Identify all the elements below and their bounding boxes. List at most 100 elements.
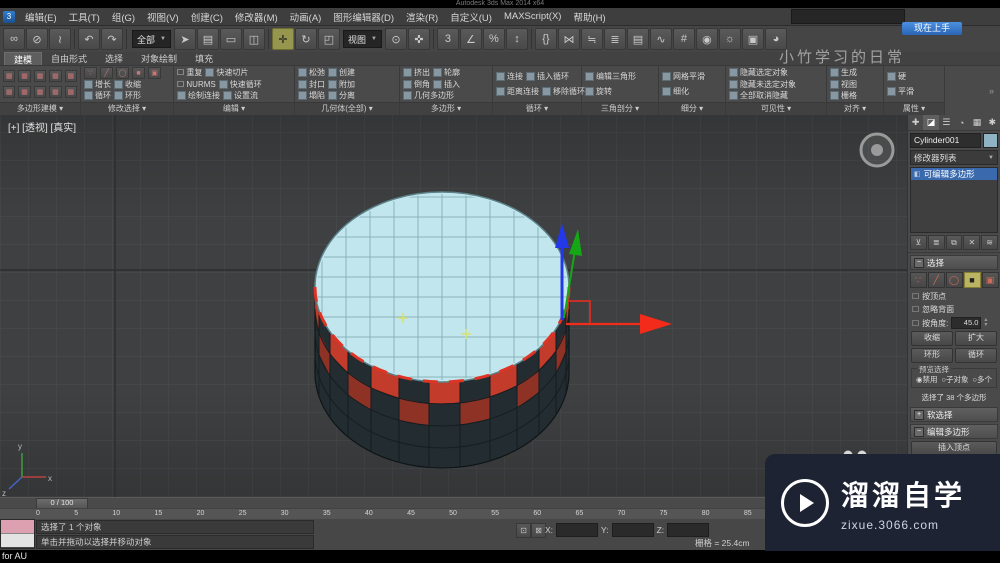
menu-item-9[interactable]: 自定义(U) [444, 8, 498, 25]
menu-item-4[interactable]: 创建(C) [185, 8, 229, 25]
move-gizmo[interactable] [555, 223, 672, 334]
modifier-stack[interactable]: ◧ 可编辑多边形 [910, 167, 998, 233]
frame-tick[interactable]: 75 [660, 509, 668, 519]
ribbon-button[interactable]: 移除循环 [542, 86, 585, 97]
ribbon-button[interactable]: 隐藏选定对象 [729, 67, 788, 78]
ribbon-button[interactable]: 旋转 [585, 86, 612, 97]
ribbon-icon[interactable]: ∵ [84, 67, 97, 79]
grow-button[interactable]: 扩大 [955, 331, 997, 346]
ribbon-button[interactable]: 分离 [328, 90, 355, 101]
checkbox-icon[interactable]: ☐ [912, 292, 919, 301]
frame-tick[interactable]: 50 [449, 509, 457, 519]
menu-item-8[interactable]: 渲染(R) [400, 8, 444, 25]
render-setup-button[interactable]: ☼ [718, 28, 741, 50]
ribbon-button[interactable]: 松弛 [298, 67, 325, 78]
ribbon-button[interactable]: 生成 [830, 67, 857, 78]
listener-script-row[interactable] [1, 534, 34, 547]
ribbon-tab-4[interactable]: 填充 [186, 52, 222, 65]
layer-manager-button[interactable]: ≣ [603, 28, 626, 50]
ribbon-button[interactable]: 全部取消隐藏 [729, 90, 788, 101]
ribbon-button[interactable]: 设置流 [223, 90, 258, 101]
ribbon-button[interactable]: 细化 [662, 86, 689, 97]
mirror-button[interactable]: ⋈ [557, 28, 580, 50]
ribbon-button[interactable]: 编辑三角形 [585, 71, 636, 82]
ribbon-button[interactable]: 几何多边形 [403, 90, 454, 101]
ribbon-icon[interactable]: ╱ [100, 67, 113, 79]
rollout-selection[interactable]: − 选择 [910, 255, 998, 270]
hierarchy-tab[interactable]: ☰ [939, 115, 954, 130]
cylinder-top-cap[interactable] [313, 191, 571, 384]
viewport-label[interactable]: [+] [透视] [真实] [8, 119, 76, 134]
frame-tick[interactable]: 15 [155, 509, 163, 519]
ribbon-group-label[interactable]: 属性 ▾ [884, 102, 944, 115]
select-and-rotate-button[interactable]: ↻ [294, 28, 317, 50]
ribbon-icon[interactable]: ▦ [33, 70, 47, 83]
ribbon-group-label[interactable]: 循环 ▾ [493, 102, 581, 115]
ribbon-tab-0[interactable]: 建模 [4, 52, 43, 65]
ribbon-button[interactable]: 距离连接 [496, 86, 539, 97]
create-tab[interactable]: ✚ [908, 115, 923, 130]
angle-snap-button[interactable]: ∠ [459, 28, 482, 50]
ribbon-icon[interactable]: ▣ [148, 67, 161, 79]
frame-tick[interactable]: 40 [365, 509, 373, 519]
ribbon-button[interactable]: 快速循环 [218, 79, 262, 90]
frame-tick[interactable]: 80 [702, 509, 710, 519]
selection-checkbox-0[interactable]: ☐ 按顶点 [908, 290, 1000, 303]
ribbon-icon[interactable]: ◯ [116, 67, 129, 79]
region-shape-button[interactable]: ▭ [219, 28, 242, 50]
vertex-mode-button[interactable]: ∵ [909, 272, 927, 288]
select-object-button[interactable]: ➤ [173, 28, 196, 50]
selection-lock-toggle[interactable]: ⊠ [531, 523, 546, 538]
named-selection-sets-button[interactable]: {} [534, 28, 557, 50]
frame-tick[interactable]: 85 [744, 509, 752, 519]
ribbon-button[interactable]: 封口 [298, 79, 325, 90]
frame-tick[interactable]: 45 [407, 509, 415, 519]
ribbon-checkbox[interactable]: ☐ 重复 [177, 67, 202, 78]
rendered-frame-button[interactable]: ▣ [741, 28, 764, 50]
ribbon-tab-2[interactable]: 选择 [96, 52, 132, 65]
x-field[interactable] [556, 523, 599, 537]
menu-item-11[interactable]: 帮助(H) [567, 8, 611, 25]
frame-tick[interactable]: 65 [575, 509, 583, 519]
remove-modifier-button[interactable]: ✕ [963, 235, 981, 250]
z-field[interactable] [667, 523, 710, 537]
ribbon-icon[interactable]: ▦ [64, 85, 78, 98]
select-by-name-button[interactable]: ▤ [196, 28, 219, 50]
menu-item-2[interactable]: 组(G) [106, 8, 141, 25]
ribbon-icon[interactable]: ▦ [33, 85, 47, 98]
motion-tab[interactable]: ◔ [954, 115, 969, 130]
menu-item-10[interactable]: MAXScript(X) [498, 8, 568, 25]
ribbon-icon[interactable]: ▦ [49, 70, 62, 83]
ribbon-group-label[interactable]: 几何体(全部) ▾ [295, 102, 399, 115]
y-field[interactable] [611, 523, 654, 537]
selection-filter-dropdown[interactable]: 全部 ▼ [132, 30, 171, 48]
checkbox-icon[interactable]: ☐ [912, 305, 919, 314]
ribbon-overflow[interactable]: » [945, 66, 1000, 115]
ribbon-toggle-button[interactable]: ▤ [626, 28, 649, 50]
listener-macro-row[interactable] [1, 520, 34, 534]
ribbon-button[interactable]: 倒角 [403, 79, 430, 90]
select-and-manipulate-button[interactable]: ✜ [407, 28, 430, 50]
stack-item[interactable]: ◧ 可编辑多边形 [911, 168, 997, 180]
ribbon-button[interactable]: 硬 [887, 71, 906, 82]
object-color-swatch[interactable] [983, 133, 998, 148]
ribbon-group-label[interactable]: 编辑 ▾ [174, 102, 294, 115]
utilities-tab[interactable]: ✱ [985, 115, 1000, 130]
bind-to-space-warp-button[interactable]: ≀ [49, 28, 71, 50]
frame-tick[interactable]: 10 [112, 509, 120, 519]
promo-button[interactable]: 现在上手 [902, 22, 962, 35]
configure-modifier-button[interactable]: ≋ [981, 235, 998, 250]
frame-tick[interactable]: 70 [618, 509, 626, 519]
ribbon-checkbox[interactable]: ☐ NURMS [177, 80, 216, 89]
app-logo-icon[interactable]: 3 [3, 10, 15, 23]
select-and-move-button[interactable]: ✛ [271, 28, 294, 50]
menu-item-7[interactable]: 图形编辑器(D) [327, 8, 400, 25]
ribbon-button[interactable]: 循环 [84, 90, 111, 101]
selection-checkbox-1[interactable]: ☐ 忽略背面 [908, 303, 1000, 316]
ribbon-button[interactable]: 轮廓 [433, 67, 460, 78]
undo-button[interactable]: ↶ [78, 28, 100, 50]
preview-radio[interactable]: ○子对象 [941, 374, 968, 385]
shrink-button[interactable]: 收缩 [911, 331, 953, 346]
material-editor-button[interactable]: ◉ [695, 28, 718, 50]
frame-tick[interactable]: 55 [491, 509, 499, 519]
